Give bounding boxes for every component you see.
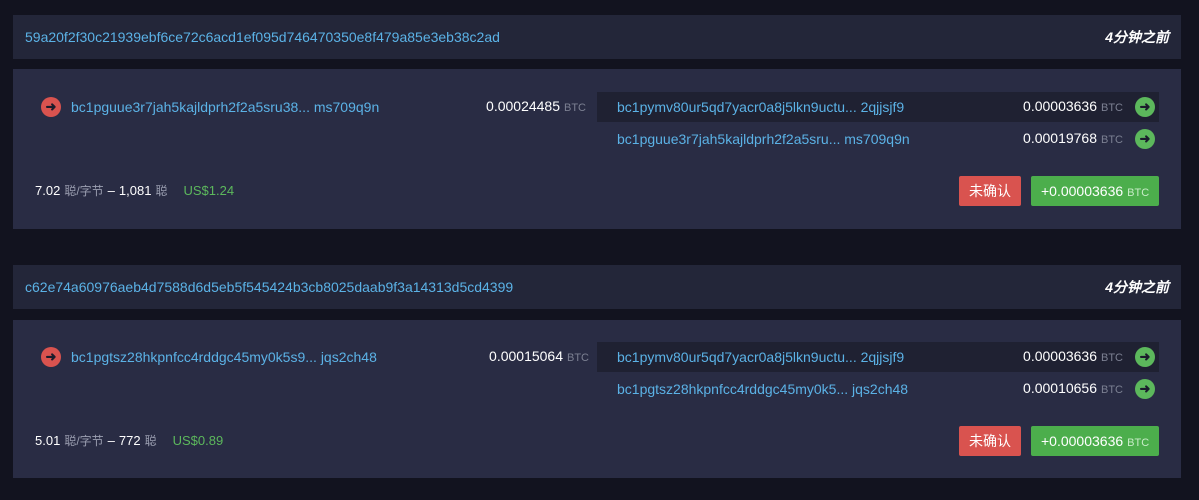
output-amount: 0.00003636 BTC bbox=[1023, 348, 1123, 366]
amount-unit: BTC bbox=[1101, 384, 1123, 396]
total-unit: BTC bbox=[1127, 437, 1150, 449]
fee-info: 5.01 聪/字节 – 772 聪 US$0.89 bbox=[35, 432, 223, 449]
txid-link[interactable]: 59a20f2f30c21939ebf6ce72c6acd1ef095d7464… bbox=[25, 29, 500, 45]
amount-unit: BTC bbox=[567, 352, 589, 364]
transaction-card: 59a20f2f30c21939ebf6ce72c6acd1ef095d7464… bbox=[13, 15, 1181, 229]
input-address-link[interactable]: bc1pguue3r7jah5kajldprh2f2a5sru38... ms7… bbox=[71, 99, 379, 115]
tx-output-row: bc1pymv80ur5qd7yacr0a8j5lkn9uctu... 2qjj… bbox=[597, 342, 1159, 372]
fee-unit: 聪 bbox=[144, 434, 157, 448]
transaction-body: ➜ bc1pgtsz28hkpnfcc4rddgc45my0k5s9... jq… bbox=[13, 320, 1181, 478]
tx-time: 4分钟之前 bbox=[1105, 279, 1169, 295]
input-amount: 0.00024485 BTC bbox=[486, 98, 586, 116]
arrow-right-icon[interactable]: ➜ bbox=[41, 347, 61, 367]
tx-output-row: bc1pgtsz28hkpnfcc4rddgc45my0k5... jqs2ch… bbox=[597, 374, 1159, 404]
fee-rate-unit: 聪/字节 bbox=[64, 434, 104, 448]
separator: – bbox=[107, 183, 115, 198]
fee-info: 7.02 聪/字节 – 1,081 聪 US$1.24 bbox=[35, 182, 234, 199]
amount-unit: BTC bbox=[564, 102, 586, 114]
fee-rate: 7.02 bbox=[35, 183, 61, 198]
amount-value: 0.00015064 bbox=[489, 348, 563, 364]
fee-amount: 772 bbox=[118, 433, 141, 448]
tx-output-row: bc1pguue3r7jah5kajldprh2f2a5sru... ms709… bbox=[597, 124, 1159, 154]
arrow-right-icon[interactable]: ➜ bbox=[1135, 347, 1155, 367]
status-badge: 未确认 bbox=[959, 426, 1021, 456]
amount-unit: BTC bbox=[1101, 352, 1123, 364]
amount-unit: BTC bbox=[1101, 134, 1123, 146]
input-address-link[interactable]: bc1pgtsz28hkpnfcc4rddgc45my0k5s9... jqs2… bbox=[71, 349, 377, 365]
arrow-right-icon[interactable]: ➜ bbox=[1135, 97, 1155, 117]
tx-input-row: ➜ bc1pgtsz28hkpnfcc4rddgc45my0k5s9... jq… bbox=[41, 342, 589, 372]
amount-value: 0.00003636 bbox=[1023, 98, 1097, 114]
fee-usd: US$1.24 bbox=[183, 183, 235, 198]
output-amount: 0.00010656 BTC bbox=[1023, 380, 1123, 398]
total-badge: +0.00003636 BTC bbox=[1031, 426, 1160, 456]
total-value: +0.00003636 bbox=[1041, 183, 1124, 199]
amount-value: 0.00003636 bbox=[1023, 348, 1097, 364]
output-amount: 0.00003636 BTC bbox=[1023, 98, 1123, 116]
arrow-right-icon[interactable]: ➜ bbox=[1135, 129, 1155, 149]
fee-rate-unit: 聪/字节 bbox=[64, 184, 104, 198]
fee-rate: 5.01 bbox=[35, 433, 61, 448]
tx-input-row: ➜ bc1pguue3r7jah5kajldprh2f2a5sru38... m… bbox=[41, 92, 586, 122]
transaction-body: ➜ bc1pguue3r7jah5kajldprh2f2a5sru38... m… bbox=[13, 69, 1181, 229]
amount-value: 0.00010656 bbox=[1023, 380, 1097, 396]
transaction-header: c62e74a60976aeb4d7588d6d5eb5f545424b3cb8… bbox=[13, 265, 1181, 309]
output-address-link[interactable]: bc1pguue3r7jah5kajldprh2f2a5sru... ms709… bbox=[617, 131, 910, 147]
total-badge: +0.00003636 BTC bbox=[1031, 176, 1160, 206]
output-amount: 0.00019768 BTC bbox=[1023, 130, 1123, 148]
amount-value: 0.00024485 bbox=[486, 98, 560, 114]
amount-unit: BTC bbox=[1101, 102, 1123, 114]
transaction-header: 59a20f2f30c21939ebf6ce72c6acd1ef095d7464… bbox=[13, 15, 1181, 59]
fee-amount: 1,081 bbox=[118, 183, 152, 198]
separator: – bbox=[107, 433, 115, 448]
tx-time: 4分钟之前 bbox=[1105, 29, 1169, 45]
fee-usd: US$0.89 bbox=[172, 433, 224, 448]
fee-unit: 聪 bbox=[155, 184, 168, 198]
output-address-link[interactable]: bc1pymv80ur5qd7yacr0a8j5lkn9uctu... 2qjj… bbox=[617, 349, 904, 365]
amount-value: 0.00019768 bbox=[1023, 130, 1097, 146]
transaction-card: c62e74a60976aeb4d7588d6d5eb5f545424b3cb8… bbox=[13, 265, 1181, 478]
total-value: +0.00003636 bbox=[1041, 433, 1124, 449]
arrow-right-icon[interactable]: ➜ bbox=[41, 97, 61, 117]
total-unit: BTC bbox=[1127, 187, 1150, 199]
output-address-link[interactable]: bc1pymv80ur5qd7yacr0a8j5lkn9uctu... 2qjj… bbox=[617, 99, 904, 115]
txid-link[interactable]: c62e74a60976aeb4d7588d6d5eb5f545424b3cb8… bbox=[25, 279, 513, 295]
arrow-right-icon[interactable]: ➜ bbox=[1135, 379, 1155, 399]
input-amount: 0.00015064 BTC bbox=[489, 348, 589, 366]
output-address-link[interactable]: bc1pgtsz28hkpnfcc4rddgc45my0k5... jqs2ch… bbox=[617, 381, 908, 397]
status-badge: 未确认 bbox=[959, 176, 1021, 206]
tx-output-row: bc1pymv80ur5qd7yacr0a8j5lkn9uctu... 2qjj… bbox=[597, 92, 1159, 122]
